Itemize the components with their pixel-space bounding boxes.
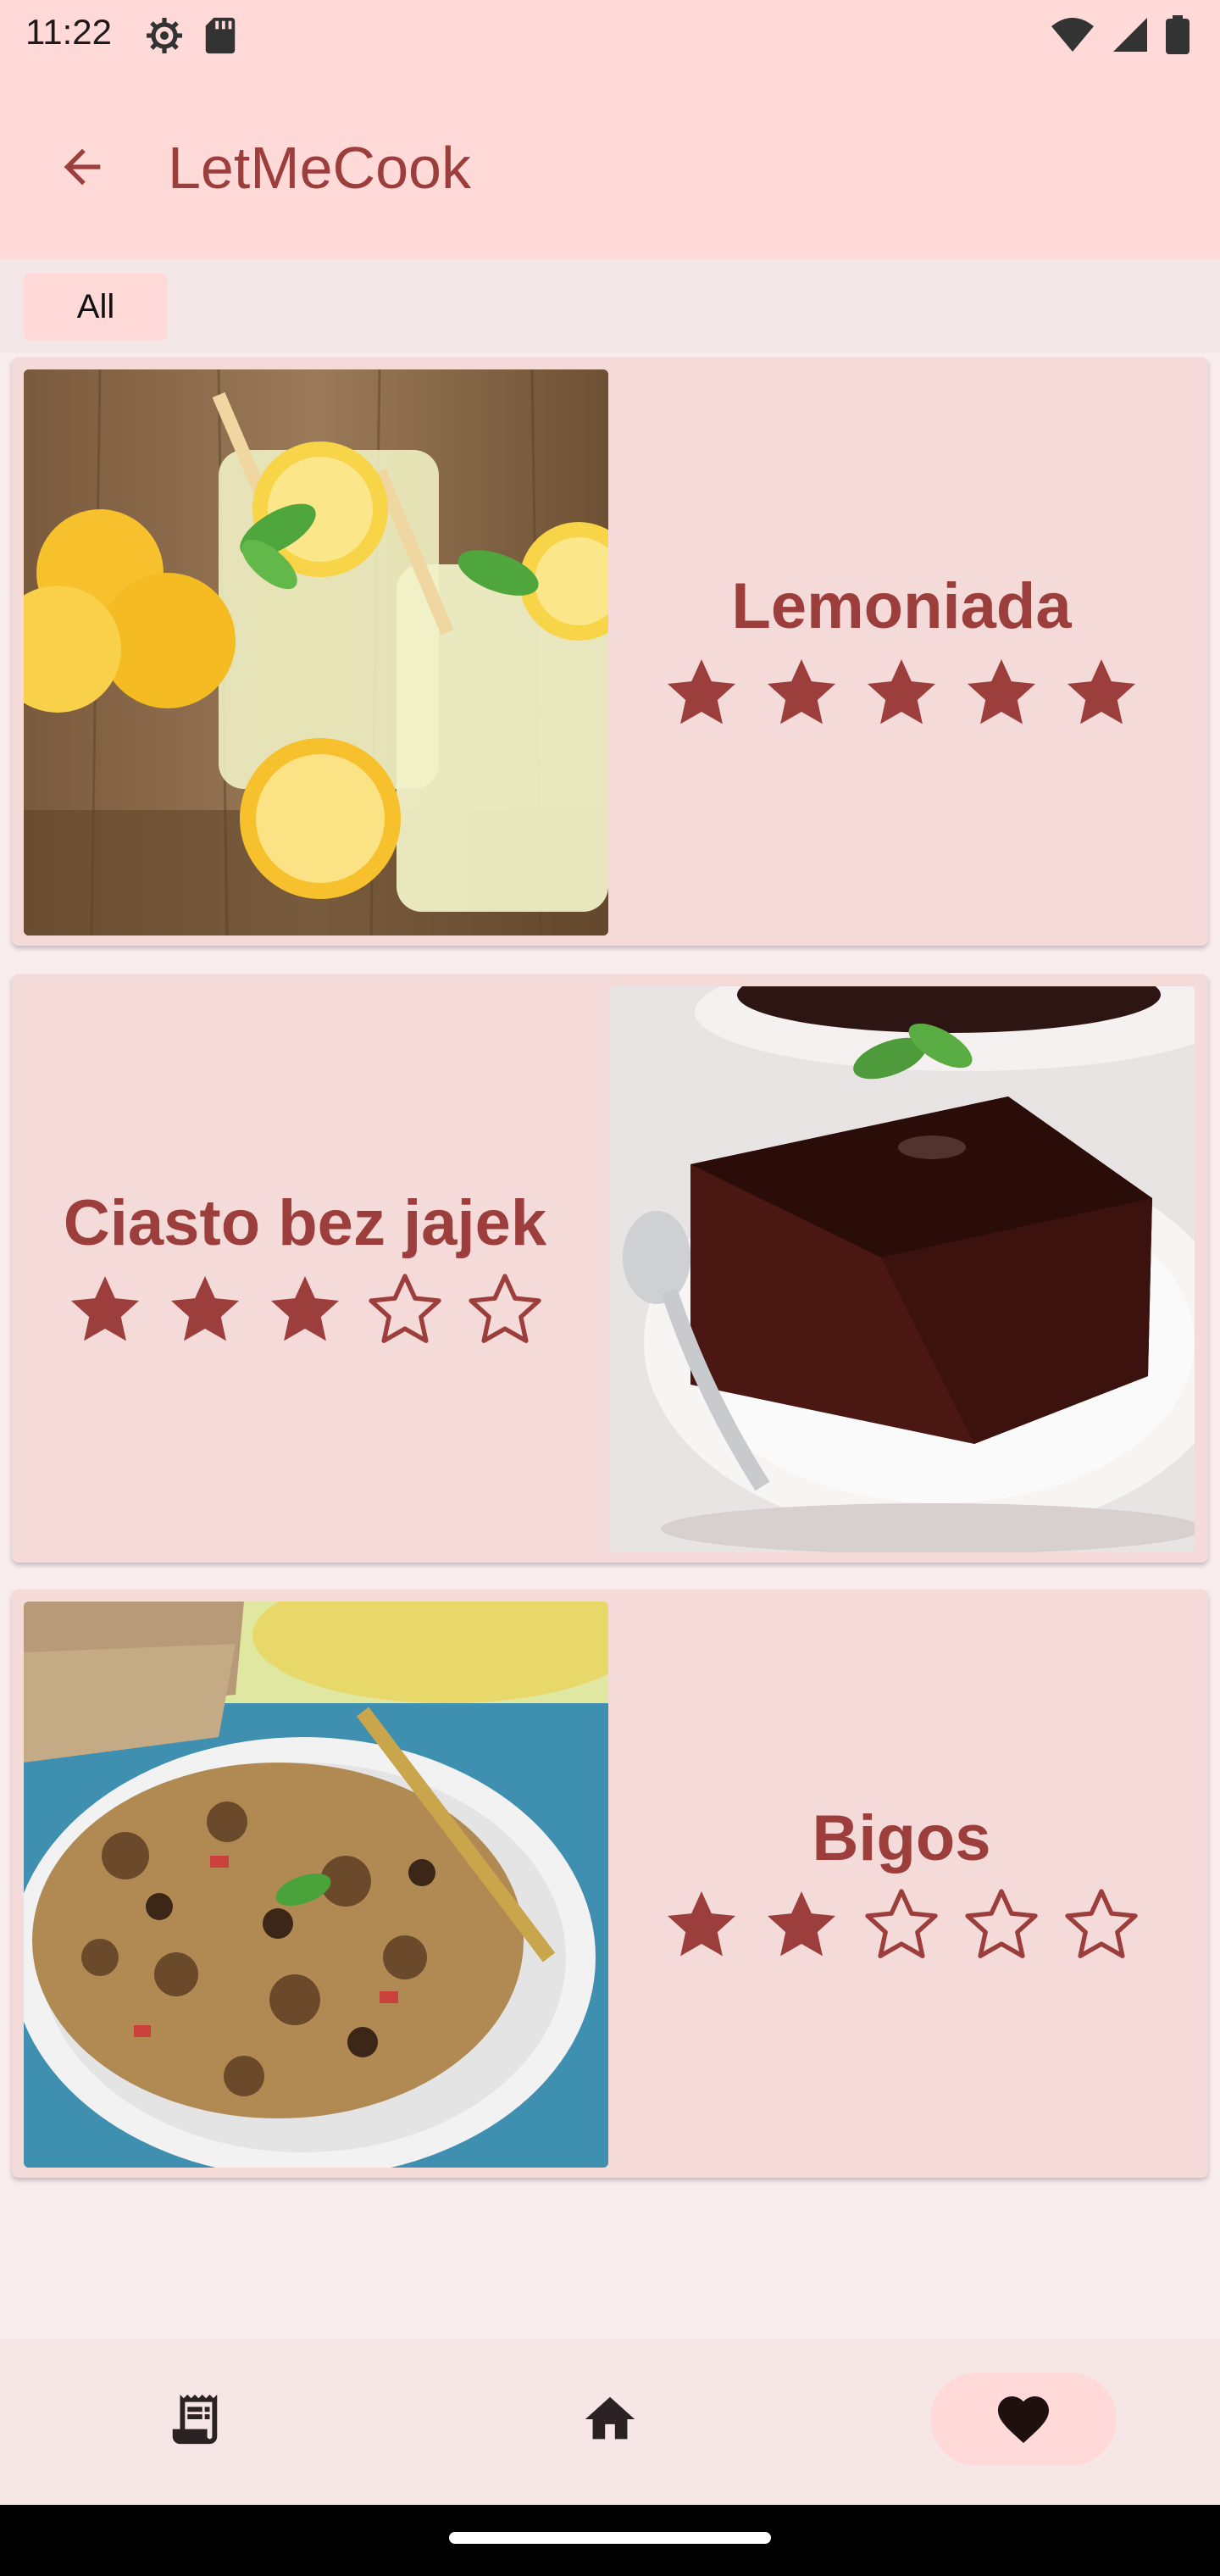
star-filled-icon bbox=[967, 658, 1036, 724]
recipe-card-ciasto-bez-jajek[interactable]: Ciasto bez jajek bbox=[12, 974, 1208, 1563]
rating-stars bbox=[64, 1269, 546, 1352]
nav-recipes-list[interactable] bbox=[102, 2373, 288, 2466]
signal-icon bbox=[1113, 18, 1147, 52]
recipe-name: Lemoniada bbox=[731, 569, 1072, 642]
recipe-name: Bigos bbox=[812, 1802, 991, 1874]
star-filled-icon bbox=[170, 1275, 240, 1341]
recipe-image-bigos bbox=[24, 1602, 608, 2168]
recipe-image-lemonade bbox=[24, 369, 608, 935]
nav-favorites[interactable] bbox=[930, 2373, 1117, 2466]
home-gesture-handle[interactable] bbox=[449, 2532, 771, 2544]
favorite-heart-icon bbox=[998, 2396, 1049, 2444]
star-filled-icon bbox=[667, 1890, 736, 1956]
star-outline-icon bbox=[469, 1273, 541, 1343]
status-bar: 11:22 bbox=[0, 0, 1220, 75]
battery-icon bbox=[1166, 15, 1190, 54]
back-button[interactable] bbox=[47, 132, 117, 202]
status-time: 11:22 bbox=[25, 12, 112, 52]
star-outline-icon bbox=[369, 1273, 441, 1343]
recipe-card-lemoniada[interactable]: Lemoniada bbox=[12, 358, 1208, 946]
recipe-card-bigos[interactable]: Bigos bbox=[12, 1590, 1208, 2178]
rating-stars bbox=[660, 652, 1143, 735]
star-filled-icon bbox=[867, 658, 936, 724]
recipes-list-icon bbox=[172, 2394, 218, 2445]
nav-home[interactable] bbox=[517, 2373, 703, 2466]
star-outline-icon bbox=[965, 1888, 1038, 1958]
wifi-icon bbox=[1051, 18, 1094, 52]
page-title: LetMeCook bbox=[168, 135, 471, 201]
recipe-name: Ciasto bez jajek bbox=[63, 1186, 547, 1259]
star-filled-icon bbox=[270, 1275, 340, 1341]
star-filled-icon bbox=[70, 1275, 140, 1341]
top-app-bar: LetMeCook bbox=[0, 75, 1220, 259]
recipe-image-chocolate-cake bbox=[610, 986, 1195, 1552]
sd-card-icon bbox=[205, 17, 236, 54]
arrow-back-icon bbox=[64, 148, 101, 186]
star-outline-icon bbox=[1065, 1888, 1138, 1958]
settings-icon bbox=[147, 18, 182, 53]
star-filled-icon bbox=[667, 658, 736, 724]
star-filled-icon bbox=[767, 1890, 836, 1956]
star-filled-icon bbox=[767, 658, 836, 724]
bottom-navigation bbox=[0, 2339, 1220, 2505]
rating-stars bbox=[660, 1884, 1143, 1967]
filter-chip-all[interactable]: All bbox=[24, 273, 168, 341]
star-filled-icon bbox=[1067, 658, 1136, 724]
star-outline-icon bbox=[865, 1888, 938, 1958]
filter-row: All bbox=[0, 259, 1220, 353]
gesture-bar bbox=[0, 2505, 1220, 2576]
home-icon bbox=[585, 2396, 635, 2440]
